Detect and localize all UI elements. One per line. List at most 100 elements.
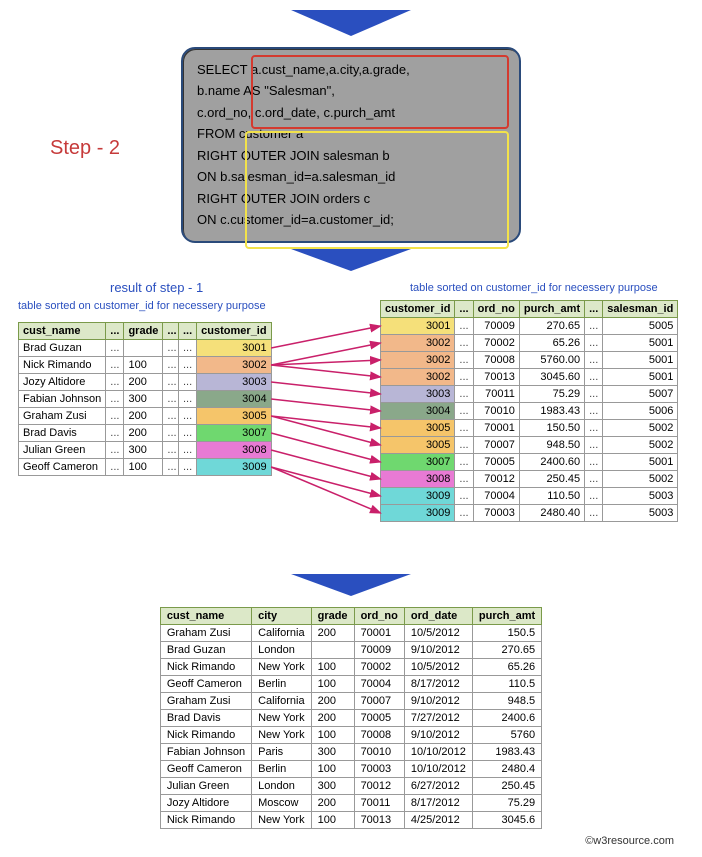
cell: ... xyxy=(585,470,603,487)
col-header: city xyxy=(252,607,311,624)
cell: ... xyxy=(585,504,603,521)
cell: 200 xyxy=(124,373,163,390)
col-header: purch_amt xyxy=(472,607,541,624)
cell: Brad Davis xyxy=(19,424,106,441)
cell: ... xyxy=(179,407,197,424)
caption-left-sub: table sorted on customer_id for necesser… xyxy=(18,300,266,312)
cell: 70003 xyxy=(473,504,519,521)
cell: 3002 xyxy=(381,351,455,368)
cell: Graham Zusi xyxy=(19,407,106,424)
cell: ... xyxy=(455,334,473,351)
table-row: Nick RimandoNew York100700134/25/2012304… xyxy=(160,811,541,828)
cell: 70013 xyxy=(473,368,519,385)
cell: Berlin xyxy=(252,760,311,777)
cell: 70012 xyxy=(354,777,404,794)
cell: ... xyxy=(455,402,473,419)
cell: 100 xyxy=(311,760,354,777)
caption-right: table sorted on customer_id for necesser… xyxy=(410,282,658,294)
cell: Nick Rimando xyxy=(19,356,106,373)
step-label: Step - 2 xyxy=(50,137,120,160)
cell: Paris xyxy=(252,743,311,760)
cell: 3003 xyxy=(197,373,271,390)
cell: ... xyxy=(585,436,603,453)
cell: London xyxy=(252,777,311,794)
cell: 4/25/2012 xyxy=(404,811,472,828)
col-header: ord_no xyxy=(354,607,404,624)
cell: 2480.4 xyxy=(472,760,541,777)
cell: ... xyxy=(585,487,603,504)
col-header: ord_date xyxy=(404,607,472,624)
cell: 100 xyxy=(124,458,163,475)
cell: 70007 xyxy=(354,692,404,709)
table-row: ...3004 xyxy=(179,390,272,407)
table-orders: customer_id...ord_nopurch_amt...salesman… xyxy=(380,300,678,522)
cell: London xyxy=(252,641,311,658)
table-row: Brad GuzanLondon700099/10/2012270.65 xyxy=(160,641,541,658)
table-row: Julian GreenLondon300700126/27/2012250.4… xyxy=(160,777,541,794)
cell: 3045.60 xyxy=(519,368,584,385)
cell: 5003 xyxy=(603,487,678,504)
cell: ... xyxy=(106,373,124,390)
cell: 5003 xyxy=(603,504,678,521)
col-header: ... xyxy=(585,300,603,317)
table-row: Geoff CameronBerlin1007000310/10/2012248… xyxy=(160,760,541,777)
cell: 70009 xyxy=(354,641,404,658)
table-row: ...3005 xyxy=(179,407,272,424)
cell: 3009 xyxy=(381,504,455,521)
cell: ... xyxy=(585,351,603,368)
table-step1-left: cust_name...grade...Brad Guzan......Nick… xyxy=(18,322,182,476)
cell: Nick Rimando xyxy=(160,658,251,675)
cell: ... xyxy=(106,356,124,373)
cell: 5001 xyxy=(603,351,678,368)
col-header: ... xyxy=(179,322,197,339)
cell: 70002 xyxy=(473,334,519,351)
cell: 5001 xyxy=(603,334,678,351)
cell: 5002 xyxy=(603,419,678,436)
table-row: Nick RimandoNew York1007000210/5/201265.… xyxy=(160,658,541,675)
cell xyxy=(124,339,163,356)
cell: ... xyxy=(585,368,603,385)
cell: 70005 xyxy=(473,453,519,470)
cell: 100 xyxy=(311,811,354,828)
cell: New York xyxy=(252,658,311,675)
top-arrow xyxy=(10,10,692,41)
cell: 3008 xyxy=(197,441,271,458)
cell: 5760 xyxy=(472,726,541,743)
cell: 65.26 xyxy=(472,658,541,675)
cell: ... xyxy=(179,390,197,407)
table-row: 3005...70007948.50...5002 xyxy=(381,436,678,453)
sql-line: RIGHT OUTER JOIN orders c xyxy=(197,188,505,209)
cell: California xyxy=(252,624,311,641)
cell: ... xyxy=(106,339,124,356)
cell: Nick Rimando xyxy=(160,726,251,743)
cell: 300 xyxy=(124,441,163,458)
cell: New York xyxy=(252,709,311,726)
col-header: customer_id xyxy=(381,300,455,317)
table-step1-custid: ...customer_id...3001...3002...3003...30… xyxy=(178,322,272,476)
cell: ... xyxy=(455,436,473,453)
cell: 70003 xyxy=(354,760,404,777)
table-row: Brad DavisNew York200700057/27/20122400.… xyxy=(160,709,541,726)
cell: 100 xyxy=(311,726,354,743)
table-row: ...3001 xyxy=(179,339,272,356)
cell: 65.26 xyxy=(519,334,584,351)
cell: 5007 xyxy=(603,385,678,402)
table-row: ...3009 xyxy=(179,458,272,475)
cell: 2480.40 xyxy=(519,504,584,521)
cell: Julian Green xyxy=(19,441,106,458)
cell: 2400.6 xyxy=(472,709,541,726)
cell: 70008 xyxy=(473,351,519,368)
table-row: 3009...700032480.40...5003 xyxy=(381,504,678,521)
table-row: Brad Guzan...... xyxy=(19,339,182,356)
cell: ... xyxy=(179,424,197,441)
caption-result-step1: result of step - 1 xyxy=(110,280,203,295)
cell: 948.50 xyxy=(519,436,584,453)
table-row: Jozy Altidore...200... xyxy=(19,373,182,390)
cell: Fabian Johnson xyxy=(160,743,251,760)
table-row: 3002...7000265.26...5001 xyxy=(381,334,678,351)
table-row: Graham Zusi...200... xyxy=(19,407,182,424)
cell: 3004 xyxy=(197,390,271,407)
cell: 9/10/2012 xyxy=(404,692,472,709)
table-row: 3008...70012250.45...5002 xyxy=(381,470,678,487)
cell: 110.5 xyxy=(472,675,541,692)
